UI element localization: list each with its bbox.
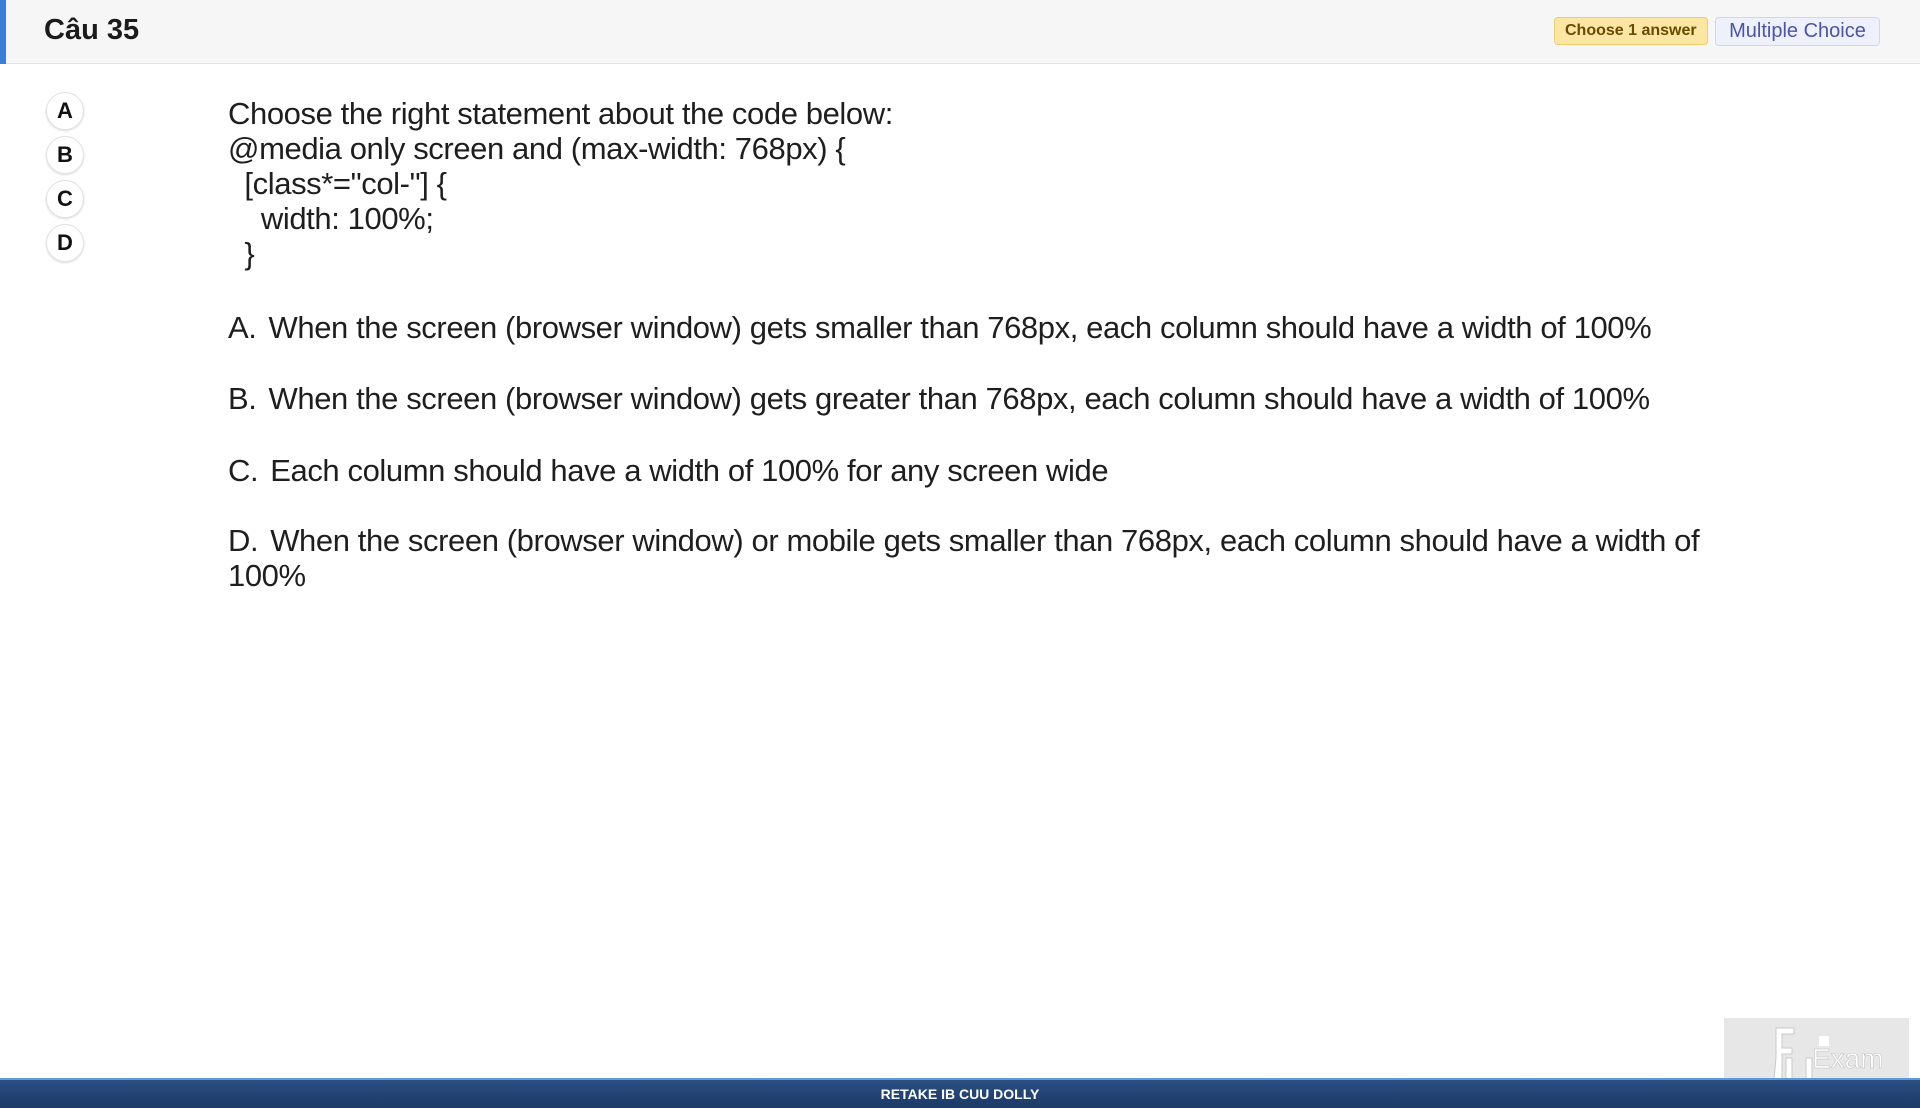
answer-option-d-button[interactable]: D <box>46 224 84 262</box>
header-accent-bar <box>0 0 6 64</box>
answer-text: Each column should have a width of 100% … <box>270 453 1109 488</box>
answer-choice-c: C. Each column should have a width of 100… <box>228 453 1768 488</box>
answer-letter: A. <box>228 310 257 345</box>
answer-choice-d: D. When the screen (browser window) or mo… <box>228 523 1768 593</box>
footer-bar: RETAKE IB CUU DOLLY <box>0 1078 1920 1108</box>
answer-option-b-button[interactable]: B <box>46 136 84 174</box>
question-code-line: width: 100%; <box>228 201 434 236</box>
answer-choice-a: A. When the screen (browser window) gets … <box>228 310 1768 345</box>
question-code-line: } <box>228 236 255 271</box>
question-text: Choose the right statement about the cod… <box>228 96 1788 271</box>
answer-choice-b: B. When the screen (browser window) gets … <box>228 381 1768 416</box>
answer-option-c-button[interactable]: C <box>46 180 84 218</box>
answer-text: When the screen (browser window) gets gr… <box>268 381 1651 416</box>
svg-text:Exam: Exam <box>1812 1043 1884 1074</box>
answer-letter: C. <box>228 453 259 488</box>
answer-option-a-button[interactable]: A <box>46 92 84 130</box>
answer-letter: D. <box>228 523 259 558</box>
question-type-badge: Multiple Choice <box>1715 17 1880 46</box>
answer-letter: B. <box>228 381 257 416</box>
question-code-line: [class*="col-"] { <box>228 166 447 201</box>
question-title: Câu 35 <box>44 14 140 46</box>
choose-count-badge: Choose 1 answer <box>1554 17 1708 45</box>
question-line: Choose the right statement about the cod… <box>228 96 893 131</box>
question-code-line: @media only screen and (max-width: 768px… <box>228 131 846 166</box>
question-header: Câu 35 Choose 1 answer Multiple Choice <box>0 0 1920 64</box>
answer-text: When the screen (browser window) gets sm… <box>268 310 1652 345</box>
answer-text: When the screen (browser window) or mobi… <box>228 523 1700 593</box>
footer-text: RETAKE IB CUU DOLLY <box>880 1086 1040 1102</box>
